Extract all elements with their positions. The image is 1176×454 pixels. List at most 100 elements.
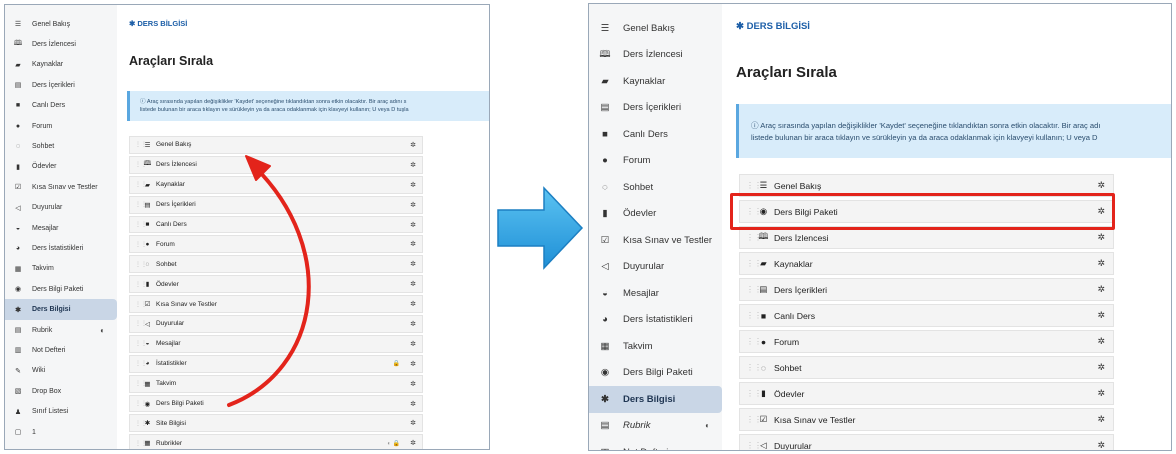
tool-row[interactable]: ⋮⋮ ▤ Ders İçerikleri ✲ — [739, 278, 1114, 301]
gear-icon[interactable]: ✲ — [410, 380, 416, 388]
gear-icon[interactable]: ✲ — [410, 240, 416, 248]
drag-handle-icon[interactable]: ⋮⋮ — [135, 360, 147, 367]
sidebar-item-ders-i-zlencesi[interactable]: 🕮 Ders İzlencesi — [5, 34, 117, 54]
tool-row[interactable]: ⋮⋮ ☑ Kısa Sınav ve Testler ✲ — [129, 295, 423, 314]
tool-row[interactable]: ⋮⋮ ▮ Ödevler ✲ — [739, 382, 1114, 405]
drag-handle-icon[interactable]: ⋮⋮ — [135, 201, 147, 208]
gear-icon[interactable]: ✲ — [1097, 414, 1105, 425]
drag-handle-icon[interactable]: ⋮⋮ — [746, 259, 762, 268]
tool-row[interactable]: ⋮⋮ ● Forum ✲ — [739, 330, 1114, 353]
gear-icon[interactable]: ✲ — [410, 419, 416, 427]
tool-row[interactable]: ⋮⋮ ◒ Mesajlar ✲ — [129, 334, 423, 353]
gear-icon[interactable]: ✲ — [410, 280, 416, 288]
sidebar-item-ödevler[interactable]: ▮ Ödevler — [589, 201, 722, 228]
gear-icon[interactable]: ✲ — [1097, 284, 1105, 295]
gear-icon[interactable]: ✲ — [1097, 232, 1105, 243]
gear-icon[interactable]: ✲ — [410, 260, 416, 268]
drag-handle-icon[interactable]: ⋮⋮ — [746, 181, 762, 190]
drag-handle-icon[interactable]: ⋮⋮ — [135, 440, 147, 447]
tool-row[interactable]: ⋮⋮ ▰ Kaynaklar ✲ — [739, 252, 1114, 275]
gear-icon[interactable]: ✲ — [410, 141, 416, 149]
drag-handle-icon[interactable]: ⋮⋮ — [135, 420, 147, 427]
drag-handle-icon[interactable]: ⋮⋮ — [746, 311, 762, 320]
gear-icon[interactable]: ✲ — [1097, 258, 1105, 269]
sidebar-item-drop-box[interactable]: ▧ Drop Box — [5, 381, 117, 401]
sidebar-item-ders-bilgi-paketi[interactable]: ◉ Ders Bilgi Paketi — [589, 360, 722, 387]
drag-handle-icon[interactable]: ⋮⋮ — [746, 441, 762, 450]
tool-row[interactable]: ⋮⋮ ☑ Kısa Sınav ve Testler ✲ — [739, 408, 1114, 431]
drag-handle-icon[interactable]: ⋮⋮ — [746, 389, 762, 398]
visibility-icon[interactable]: ◐ — [705, 421, 710, 430]
tool-row[interactable]: ⋮⋮ ◁ Duyurular ✲ — [129, 315, 423, 333]
sidebar-item-kaynaklar[interactable]: ▰ Kaynaklar — [5, 55, 117, 75]
sidebar-item-ders-i-statistikleri[interactable]: ◕ Ders İstatistikleri — [5, 238, 117, 258]
drag-handle-icon[interactable]: ⋮⋮ — [135, 261, 147, 268]
gear-icon[interactable]: ✲ — [1097, 440, 1105, 450]
sidebar-item-kısa-sınav-ve-testler[interactable]: ☑ Kısa Sınav ve Testler — [5, 177, 117, 197]
sidebar-item-canlı-ders[interactable]: ■ Canlı Ders — [5, 96, 117, 116]
tool-row[interactable]: ⋮⋮ ◉ Ders Bilgi Paketi ✲ — [129, 394, 423, 413]
sidebar-item-forum[interactable]: ● Forum — [5, 116, 117, 136]
sidebar-item-rubrik[interactable]: ▤ Rubrik ◐ — [5, 320, 117, 340]
sidebar-item-ders-i-çerikleri[interactable]: ▤ Ders İçerikleri — [5, 75, 117, 95]
tool-row[interactable]: ⋮⋮ ▤ Ders İçerikleri ✲ — [129, 195, 423, 214]
tool-row[interactable]: ⋮⋮ ▰ Kaynaklar ✲ — [129, 175, 423, 194]
drag-handle-icon[interactable]: ⋮⋮ — [135, 141, 147, 148]
sidebar-item-kaynaklar[interactable]: ▰ Kaynaklar — [589, 68, 722, 95]
gear-icon[interactable]: ✲ — [410, 320, 416, 328]
tool-row[interactable]: ⋮⋮ ■ Canlı Ders ✲ — [739, 304, 1114, 327]
gear-icon[interactable]: ✲ — [1097, 180, 1105, 191]
gear-icon[interactable]: ✲ — [1097, 388, 1105, 399]
sidebar-item-2[interactable]: ▢2 — [5, 442, 117, 450]
gear-icon[interactable]: ✲ — [410, 221, 416, 229]
gear-icon[interactable]: ✲ — [410, 340, 416, 348]
sidebar-item-sohbet[interactable]: ◌ Sohbet — [5, 136, 117, 156]
sidebar-item-duyurular[interactable]: ◁ Duyurular — [589, 254, 722, 281]
tool-row[interactable]: ⋮⋮ ▮ Ödevler ✲ — [129, 275, 423, 294]
sidebar-item-wiki[interactable]: ✎ Wiki — [5, 361, 117, 381]
tool-row[interactable]: ⋮⋮ ▦ Rubrikler ◐ 🔒 ✲ — [129, 434, 423, 449]
sidebar-item-ders-i-çerikleri[interactable]: ▤ Ders İçerikleri — [589, 95, 722, 122]
drag-handle-icon[interactable]: ⋮⋮ — [135, 320, 147, 327]
tool-row[interactable]: ⋮⋮ 🕮 Ders İzlencesi ✲ — [129, 155, 423, 174]
drag-handle-icon[interactable]: ⋮⋮ — [135, 301, 147, 308]
tool-row[interactable]: ⋮⋮ ✱ Site Bilgisi ✲ — [129, 414, 423, 433]
drag-handle-icon[interactable]: ⋮⋮ — [135, 161, 147, 168]
drag-handle-icon[interactable]: ⋮⋮ — [135, 400, 147, 407]
sidebar-item-takvim[interactable]: ▦ Takvim — [589, 333, 722, 360]
tool-row[interactable]: ⋮⋮ ■ Canlı Ders ✲ — [129, 215, 423, 234]
sidebar-item-sohbet[interactable]: ◌ Sohbet — [589, 174, 722, 201]
sidebar-item-not-defteri[interactable]: ▥ Not Defteri — [5, 340, 117, 360]
gear-icon[interactable]: ✲ — [410, 439, 416, 447]
sidebar-item-duyurular[interactable]: ◁ Duyurular — [5, 198, 117, 218]
sidebar-item-forum[interactable]: ● Forum — [589, 148, 722, 175]
sidebar-item-takvim[interactable]: ▦ Takvim — [5, 259, 117, 279]
sidebar-item-mesajlar[interactable]: ◒ Mesajlar — [589, 280, 722, 307]
gear-icon[interactable]: ✲ — [1097, 310, 1105, 321]
drag-handle-icon[interactable]: ⋮⋮ — [135, 281, 147, 288]
sidebar-item-mesajlar[interactable]: ◒ Mesajlar — [5, 218, 117, 238]
sidebar-item-sınıf-listesi[interactable]: ♟ Sınıf Listesi — [5, 401, 117, 421]
drag-handle-icon[interactable]: ⋮⋮ — [135, 221, 147, 228]
sidebar-item-genel-bakış[interactable]: ☰ Genel Bakış — [589, 15, 722, 42]
sidebar-item-ödevler[interactable]: ▮ Ödevler — [5, 157, 117, 177]
sidebar-item-ders-i-zlencesi[interactable]: 🕮 Ders İzlencesi — [589, 42, 722, 69]
drag-handle-icon[interactable]: ⋮⋮ — [135, 241, 147, 248]
gear-icon[interactable]: ✲ — [1097, 362, 1105, 373]
tool-row[interactable]: ⋮⋮ ☰ Genel Bakış ✲ — [129, 136, 423, 154]
drag-handle-icon[interactable]: ⋮⋮ — [746, 415, 762, 424]
tool-row[interactable]: ⋮⋮ ● Forum ✲ — [129, 235, 423, 254]
visibility-icon[interactable]: ◐ — [100, 326, 105, 335]
drag-handle-icon[interactable]: ⋮⋮ — [135, 380, 147, 387]
sidebar-item-ders-i-statistikleri[interactable]: ◕ Ders İstatistikleri — [589, 307, 722, 334]
tool-row[interactable]: ⋮⋮ ▦ Takvim ✲ — [129, 374, 423, 393]
tool-row[interactable]: ⋮⋮ ◁ Duyurular ✲ — [739, 434, 1114, 450]
drag-handle-icon[interactable]: ⋮⋮ — [746, 233, 762, 242]
gear-icon[interactable]: ✲ — [410, 400, 416, 408]
gear-icon[interactable]: ✲ — [410, 201, 416, 209]
tool-row[interactable]: ⋮⋮ ◌ Sohbet ✲ — [129, 255, 423, 274]
sidebar-item-1[interactable]: ▢ 1 — [5, 422, 117, 442]
sidebar-item-ders-bilgisi[interactable]: ✱ Ders Bilgisi — [5, 299, 117, 320]
sidebar-item-not-defteri[interactable]: ▥ Not Defteri — [589, 439, 722, 450]
sidebar-item-kısa-sınav-ve-testler[interactable]: ☑ Kısa Sınav ve Testler — [589, 227, 722, 254]
